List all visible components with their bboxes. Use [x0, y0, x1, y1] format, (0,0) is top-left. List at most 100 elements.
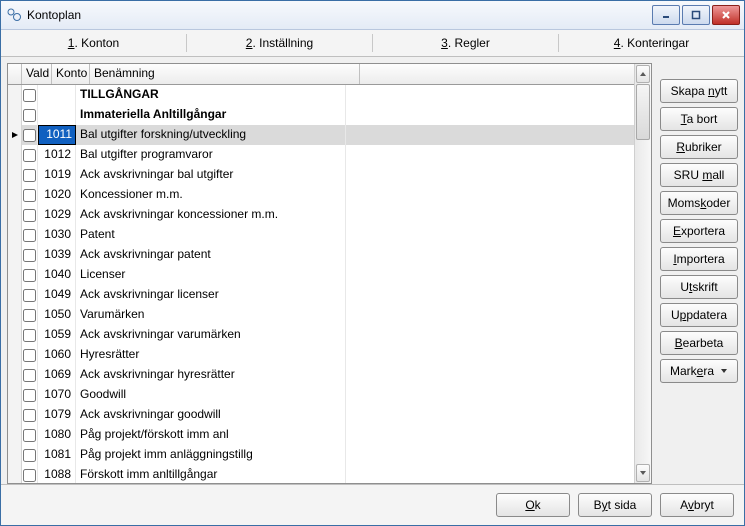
table-row[interactable]: 1069Ack avskrivningar hyresrätter: [8, 365, 634, 385]
col-benamning[interactable]: Benämning: [90, 64, 360, 84]
benamning-cell: Immateriella Anltillgångar: [76, 105, 346, 125]
scroll-thumb[interactable]: [636, 84, 650, 140]
row-indicator: [8, 205, 22, 225]
side-button-6[interactable]: Importera: [660, 247, 738, 271]
rest-cell: [346, 165, 634, 185]
side-button-4[interactable]: Momskoder: [660, 191, 738, 215]
vald-checkbox[interactable]: [23, 429, 36, 442]
table-row[interactable]: 1029Ack avskrivningar koncessioner m.m.: [8, 205, 634, 225]
side-button-8[interactable]: Uppdatera: [660, 303, 738, 327]
row-indicator: [8, 425, 22, 445]
rest-cell: [346, 305, 634, 325]
table-row[interactable]: 1070Goodwill: [8, 385, 634, 405]
side-button-10[interactable]: Markera: [660, 359, 738, 383]
tab-regler[interactable]: 3. Regler: [373, 30, 558, 56]
col-vald[interactable]: Vald: [22, 64, 52, 84]
table-row[interactable]: 1079Ack avskrivningar goodwill: [8, 405, 634, 425]
table-row[interactable]: 1011Bal utgifter forskning/utveckling: [8, 125, 634, 145]
konto-cell[interactable]: 1011: [38, 125, 76, 145]
table-row[interactable]: 1080Påg projekt/förskott imm anl: [8, 425, 634, 445]
tab-konteringar[interactable]: 4. Konteringar: [559, 30, 744, 56]
benamning-cell: Licenser: [76, 265, 346, 285]
maximize-button[interactable]: [682, 5, 710, 25]
side-button-3[interactable]: SRU mall: [660, 163, 738, 187]
vald-checkbox[interactable]: [23, 149, 36, 162]
side-button-5[interactable]: Exportera: [660, 219, 738, 243]
vald-checkbox[interactable]: [23, 169, 36, 182]
col-konto[interactable]: Konto: [52, 64, 90, 84]
table-row[interactable]: 1012Bal utgifter programvaror: [8, 145, 634, 165]
minimize-button[interactable]: [652, 5, 680, 25]
table-row[interactable]: TILLGÅNGAR: [8, 85, 634, 105]
scroll-up-icon[interactable]: [636, 65, 650, 83]
side-button-7[interactable]: Utskrift: [660, 275, 738, 299]
vald-checkbox-cell: [22, 425, 38, 445]
table-row[interactable]: 1050Varumärken: [8, 305, 634, 325]
grid-body[interactable]: TILLGÅNGARImmateriella Anltillgångar1011…: [8, 85, 634, 483]
vald-checkbox-cell: [22, 245, 38, 265]
rest-cell: [346, 345, 634, 365]
row-indicator: [8, 185, 22, 205]
row-indicator: [8, 265, 22, 285]
row-indicator: [8, 85, 22, 105]
vald-checkbox[interactable]: [23, 289, 36, 302]
side-button-1[interactable]: Ta bort: [660, 107, 738, 131]
close-button[interactable]: [712, 5, 740, 25]
table-row[interactable]: 1020Koncessioner m.m.: [8, 185, 634, 205]
vald-checkbox[interactable]: [23, 269, 36, 282]
vertical-scrollbar[interactable]: [634, 64, 651, 483]
rest-cell: [346, 465, 634, 483]
row-indicator: [8, 125, 22, 145]
vald-checkbox[interactable]: [23, 249, 36, 262]
row-indicator: [8, 385, 22, 405]
col-rest: [360, 64, 634, 84]
konto-cell: 1079: [38, 405, 76, 425]
table-row[interactable]: 1081Påg projekt imm anläggningstillg: [8, 445, 634, 465]
vald-checkbox[interactable]: [23, 309, 36, 322]
scroll-down-icon[interactable]: [636, 464, 650, 482]
vald-checkbox[interactable]: [23, 329, 36, 342]
vald-checkbox[interactable]: [23, 349, 36, 362]
vald-checkbox[interactable]: [23, 209, 36, 222]
vald-checkbox[interactable]: [23, 469, 36, 482]
avbryt-button[interactable]: Avbryt: [660, 493, 734, 517]
benamning-cell: Ack avskrivningar goodwill: [76, 405, 346, 425]
tab-installning[interactable]: 2. Inställning: [187, 30, 372, 56]
vald-checkbox[interactable]: [23, 89, 36, 102]
side-button-0[interactable]: Skapa nytt: [660, 79, 738, 103]
table-row[interactable]: Immateriella Anltillgångar: [8, 105, 634, 125]
vald-checkbox[interactable]: [23, 369, 36, 382]
row-indicator: [8, 105, 22, 125]
benamning-cell: Goodwill: [76, 385, 346, 405]
scroll-track[interactable]: [635, 84, 651, 463]
vald-checkbox[interactable]: [23, 409, 36, 422]
tab-konton[interactable]: 1. Konton: [1, 30, 186, 56]
konto-cell: 1030: [38, 225, 76, 245]
table-row[interactable]: 1060Hyresrätter: [8, 345, 634, 365]
vald-checkbox[interactable]: [23, 389, 36, 402]
vald-checkbox[interactable]: [23, 129, 36, 142]
table-row[interactable]: 1030Patent: [8, 225, 634, 245]
ok-button[interactable]: Ok: [496, 493, 570, 517]
vald-checkbox[interactable]: [23, 449, 36, 462]
tab-label: . Konteringar: [620, 36, 689, 50]
table-row[interactable]: 1088Förskott imm anltillgångar: [8, 465, 634, 483]
vald-checkbox[interactable]: [23, 109, 36, 122]
vald-checkbox-cell: [22, 105, 38, 125]
rest-cell: [346, 245, 634, 265]
vald-checkbox[interactable]: [23, 229, 36, 242]
vald-checkbox[interactable]: [23, 189, 36, 202]
table-row[interactable]: 1040Licenser: [8, 265, 634, 285]
table-row[interactable]: 1039Ack avskrivningar patent: [8, 245, 634, 265]
side-button-9[interactable]: Bearbeta: [660, 331, 738, 355]
vald-checkbox-cell: [22, 305, 38, 325]
vald-checkbox-cell: [22, 325, 38, 345]
side-button-2[interactable]: Rubriker: [660, 135, 738, 159]
table-row[interactable]: 1049Ack avskrivningar licenser: [8, 285, 634, 305]
rest-cell: [346, 225, 634, 245]
konto-cell: 1049: [38, 285, 76, 305]
table-row[interactable]: 1059Ack avskrivningar varumärken: [8, 325, 634, 345]
table-row[interactable]: 1019Ack avskrivningar bal utgifter: [8, 165, 634, 185]
byt-sida-button[interactable]: Byt sida: [578, 493, 652, 517]
rest-cell: [346, 405, 634, 425]
